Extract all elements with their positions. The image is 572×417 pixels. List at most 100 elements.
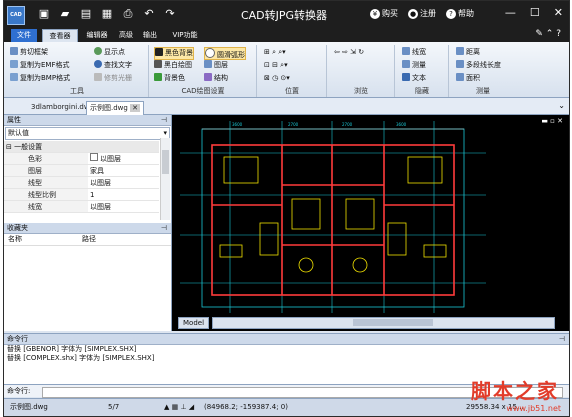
rotate-icon[interactable]: ⊠ ◷ ⊙▾	[264, 73, 290, 84]
copy-emf-button[interactable]: 复制为EMF格式	[10, 60, 70, 71]
help-button[interactable]: ? 帮助	[446, 8, 474, 19]
polyline-length-button[interactable]: 多段线长度	[456, 60, 501, 71]
menu-tabs: 文件 查看器 编辑器 高级 输出 VIP功能 ✎ ⌃ ?	[4, 28, 569, 43]
structure-icon	[204, 73, 212, 81]
pin-icon[interactable]: ⊣	[161, 223, 167, 233]
structure-button[interactable]: 结构	[204, 73, 228, 84]
browse-nav-icons[interactable]: ⇦ ⇨ ⇲ ↻	[334, 47, 364, 58]
command-prompt-label: 命令行:	[7, 387, 31, 395]
table-row[interactable]: 线宽 以图层	[4, 200, 159, 213]
ribbon-group-cad-settings: 黑色背景 圆滑弧形 黑白绘图 图层 背景色 结构 CAD绘图设置	[150, 45, 257, 97]
properties-selector[interactable]: 默认值 ▾	[5, 127, 170, 140]
frame-icon	[10, 47, 18, 55]
column-name[interactable]: 名称	[4, 234, 82, 245]
area-icon	[456, 73, 464, 81]
trim-icon	[94, 73, 102, 81]
trim-raster-button[interactable]: 修剪光栅	[94, 73, 132, 84]
close-icon[interactable]: ✕	[554, 6, 563, 19]
snap-icons[interactable]: ▲ ▦ ⊥ ◢	[164, 399, 194, 416]
lineweight-icon	[402, 47, 410, 55]
bw-drawing-button[interactable]: 黑白绘图	[154, 60, 192, 71]
window-title: CAD转JPG转换器	[240, 9, 328, 22]
scroll-thumb[interactable]	[353, 319, 433, 326]
horizontal-scrollbar[interactable]	[212, 317, 555, 329]
copy-bmp-button[interactable]: 复制为BMP格式	[10, 73, 70, 84]
svg-text:3600: 3600	[232, 122, 243, 127]
zoom-window-icon[interactable]: ⊞ ⌕ ⌕▾	[264, 47, 286, 58]
print-icon[interactable]: ⎙	[122, 8, 134, 20]
color-swatch	[90, 153, 98, 161]
favorites-panel: 收藏夹 ⊣ 名称 路径	[4, 223, 171, 246]
tab-model[interactable]: Model	[178, 317, 210, 329]
tab-advanced[interactable]: 高级	[116, 29, 136, 42]
clip-frame-button[interactable]: 剪切框架	[10, 47, 48, 58]
drawing-canvas[interactable]: ▬ ▫ ✕ 3600 2700 2700 3600 Model	[172, 115, 569, 331]
text-toggle-button[interactable]: 文本	[402, 73, 426, 84]
group-label-hide: 隐藏	[415, 87, 429, 95]
distance-icon	[456, 47, 464, 55]
show-points-button[interactable]: 显示点	[94, 47, 125, 58]
redo-icon[interactable]: ↷	[164, 8, 176, 20]
buy-button[interactable]: ¥ 购买	[370, 8, 398, 19]
smooth-arc-button[interactable]: 圆滑弧形	[204, 47, 246, 60]
status-coords: (84968.2; -159387.4; 0)	[204, 403, 288, 411]
close-icon[interactable]: ✕	[130, 104, 140, 112]
ribbon-group-position: ⊞ ⌕ ⌕▾ ⊡ ⊟ ⌕▾ ⊠ ◷ ⊙▾ 位置	[258, 45, 327, 97]
pan-icon[interactable]: ⊡ ⊟ ⌕▾	[264, 60, 288, 71]
arc-icon	[205, 48, 215, 58]
maximize-icon[interactable]: ☐	[530, 6, 540, 19]
lineweight-button[interactable]: 线宽	[402, 47, 426, 58]
yen-icon: ¥	[370, 9, 380, 19]
background-color-button[interactable]: 背景色	[154, 73, 185, 84]
group-label-measure: 测量	[476, 87, 490, 95]
group-label-position: 位置	[285, 87, 299, 95]
distance-button[interactable]: 距离	[456, 47, 480, 58]
black-bg-icon	[155, 48, 163, 56]
svg-text:2700: 2700	[288, 122, 299, 127]
undo-icon[interactable]: ↶	[143, 8, 155, 20]
find-text-button[interactable]: 查找文字	[94, 60, 132, 71]
column-path[interactable]: 路径	[82, 234, 96, 245]
tab-viewer[interactable]: 查看器	[42, 29, 78, 43]
doc-tab-sample[interactable]: 示例图.dwg ✕	[86, 101, 144, 115]
measure-toggle-button[interactable]: 测量	[402, 60, 426, 71]
ribbon-group-hide: 线宽 测量 文本 隐藏	[396, 45, 449, 97]
new-icon[interactable]: ▣	[38, 8, 50, 20]
properties-scrollbar[interactable]	[160, 138, 170, 220]
tab-vip[interactable]: VIP功能	[166, 29, 204, 42]
minimize-icon[interactable]: —	[505, 6, 516, 19]
tab-editor[interactable]: 编辑器	[82, 29, 112, 42]
points-icon	[94, 47, 102, 55]
table-row[interactable]: 线型比例 1	[4, 188, 159, 201]
scroll-thumb[interactable]	[162, 150, 169, 174]
ribbon-options-icon[interactable]: ✎ ⌃ ?	[535, 29, 561, 39]
register-button[interactable]: ● 注册	[408, 8, 436, 19]
tab-file[interactable]: 文件	[11, 29, 37, 42]
command-window-header: 命令行 ⊣	[4, 334, 569, 345]
left-panels: 属性 ⊣ 默认值 ▾ ⊟ 一般设置 色彩 以图层 图层 家具 线型 以图层 线型比例 1 线…	[4, 115, 172, 331]
properties-header: 属性 ⊣	[4, 115, 171, 126]
group-label-cad-settings: CAD绘图设置	[181, 87, 225, 95]
table-row[interactable]: 图层 家具	[4, 164, 159, 177]
tab-output[interactable]: 输出	[140, 29, 160, 42]
pin-icon[interactable]: ⊣	[559, 334, 565, 344]
properties-table: ⊟ 一般设置 色彩 以图层 图层 家具 线型 以图层 线型比例 1 线宽 以图层	[4, 141, 159, 213]
walls	[211, 144, 455, 296]
grid-axes	[180, 121, 486, 313]
save-icon[interactable]: ▤	[80, 8, 92, 20]
area-button[interactable]: 面积	[456, 73, 480, 84]
layers-button[interactable]: 图层	[204, 60, 228, 71]
copy-icon	[10, 60, 18, 68]
table-row[interactable]: 色彩 以图层	[4, 152, 159, 165]
category-general[interactable]: ⊟ 一般设置	[4, 141, 159, 153]
text-icon	[402, 73, 410, 81]
open-folder-icon[interactable]: ▰	[59, 8, 71, 20]
tab-dropdown-icon[interactable]: ⌄	[558, 101, 565, 110]
save-as-icon[interactable]: ▦	[101, 8, 113, 20]
command-output-line: 替换 [COMPLEX.shx] 字体为 [SIMPLEX.SHX]	[7, 354, 155, 362]
table-row[interactable]: 线型 以图层	[4, 176, 159, 189]
copy-bmp-icon	[10, 73, 18, 81]
ribbon-group-browse: ⇦ ⇨ ⇲ ↻ 浏览	[328, 45, 395, 97]
pin-icon[interactable]: ⊣	[161, 115, 167, 125]
black-background-button[interactable]: 黑色背景	[154, 47, 194, 60]
